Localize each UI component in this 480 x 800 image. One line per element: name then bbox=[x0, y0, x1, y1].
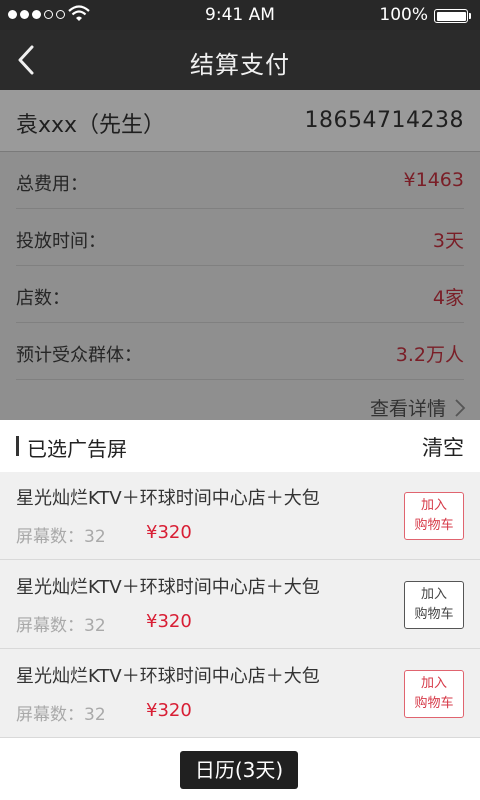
cart-label-1: 加入 bbox=[420, 676, 447, 691]
chevron-right-icon bbox=[455, 398, 466, 417]
selected-screens-sheet: 已选广告屏 清空 星光灿烂KTV＋环球时间中心店＋大包 屏幕数：32 ¥320 … bbox=[0, 420, 480, 738]
list-item: 星光灿烂KTV＋环球时间中心店＋大包 屏幕数：32 ¥320 加入 购物车 bbox=[0, 561, 480, 649]
selected-list: 星光灿烂KTV＋环球时间中心店＋大包 屏幕数：32 ¥320 加入 购物车 星光… bbox=[0, 472, 480, 738]
summary-label: 店数： bbox=[16, 288, 70, 309]
summary-row-total: 总费用： ¥1463 bbox=[16, 152, 464, 209]
calendar-button[interactable]: 日历(3天) bbox=[180, 751, 298, 789]
cart-label-2: 购物车 bbox=[414, 518, 454, 533]
clear-button[interactable]: 清空 bbox=[422, 432, 464, 462]
item-price: ¥320 bbox=[146, 700, 192, 721]
item-screen-count: 屏幕数：32 bbox=[16, 527, 106, 547]
item-price: ¥320 bbox=[146, 522, 192, 543]
section-marker bbox=[16, 436, 19, 456]
summary-value: 3天 bbox=[432, 230, 464, 252]
cart-label-1: 加入 bbox=[420, 498, 447, 513]
sheet-title: 已选广告屏 bbox=[27, 437, 127, 461]
nav-bar: 结算支付 bbox=[0, 30, 480, 90]
view-details-label: 查看详情 bbox=[369, 398, 446, 420]
summary-value: 4家 bbox=[432, 287, 464, 309]
status-bar: 9:41 AM 100% bbox=[0, 0, 480, 30]
user-phone: 18654714238 bbox=[304, 108, 464, 133]
summary-label: 预计受众群体： bbox=[16, 345, 142, 366]
item-name: 星光灿烂KTV＋环球时间中心店＋大包 bbox=[16, 577, 320, 598]
cart-label-1: 加入 bbox=[420, 587, 447, 602]
add-to-cart-button[interactable]: 加入 购物车 bbox=[404, 492, 464, 540]
item-name: 星光灿烂KTV＋环球时间中心店＋大包 bbox=[16, 666, 320, 687]
summary-value: 3.2万人 bbox=[395, 344, 464, 366]
list-item: 星光灿烂KTV＋环球时间中心店＋大包 屏幕数：32 ¥320 加入 购物车 bbox=[0, 650, 480, 738]
summary-label: 投放时间： bbox=[16, 231, 106, 252]
user-name: 袁xxx（先生） bbox=[16, 113, 166, 138]
page-title: 结算支付 bbox=[190, 51, 290, 79]
summary-row-duration: 投放时间： 3天 bbox=[16, 209, 464, 266]
item-price: ¥320 bbox=[146, 611, 192, 632]
order-summary: 袁xxx（先生） 18654714238 总费用： ¥1463 投放时间： 3天… bbox=[0, 90, 480, 420]
bottom-bar: 日历(3天) bbox=[0, 738, 480, 800]
user-info-row: 袁xxx（先生） 18654714238 bbox=[0, 90, 480, 152]
item-screen-count: 屏幕数：32 bbox=[16, 616, 106, 636]
item-screen-count: 屏幕数：32 bbox=[16, 705, 106, 725]
add-to-cart-button[interactable]: 加入 购物车 bbox=[404, 581, 464, 629]
list-item: 星光灿烂KTV＋环球时间中心店＋大包 屏幕数：32 ¥320 加入 购物车 bbox=[0, 472, 480, 560]
summary-label: 总费用： bbox=[16, 174, 88, 195]
cart-label-2: 购物车 bbox=[414, 696, 454, 711]
summary-value: ¥1463 bbox=[403, 169, 464, 191]
sheet-header: 已选广告屏 清空 bbox=[0, 420, 480, 472]
view-details-link[interactable]: 查看详情 bbox=[370, 394, 466, 421]
add-to-cart-button[interactable]: 加入 购物车 bbox=[404, 670, 464, 718]
summary-row-audience: 预计受众群体： 3.2万人 bbox=[16, 323, 464, 380]
battery-percentage: 100% bbox=[379, 5, 428, 25]
cart-label-2: 购物车 bbox=[414, 607, 454, 622]
item-name: 星光灿烂KTV＋环球时间中心店＋大包 bbox=[16, 488, 320, 509]
battery-icon bbox=[434, 9, 471, 23]
summary-row-stores: 店数： 4家 bbox=[16, 266, 464, 323]
